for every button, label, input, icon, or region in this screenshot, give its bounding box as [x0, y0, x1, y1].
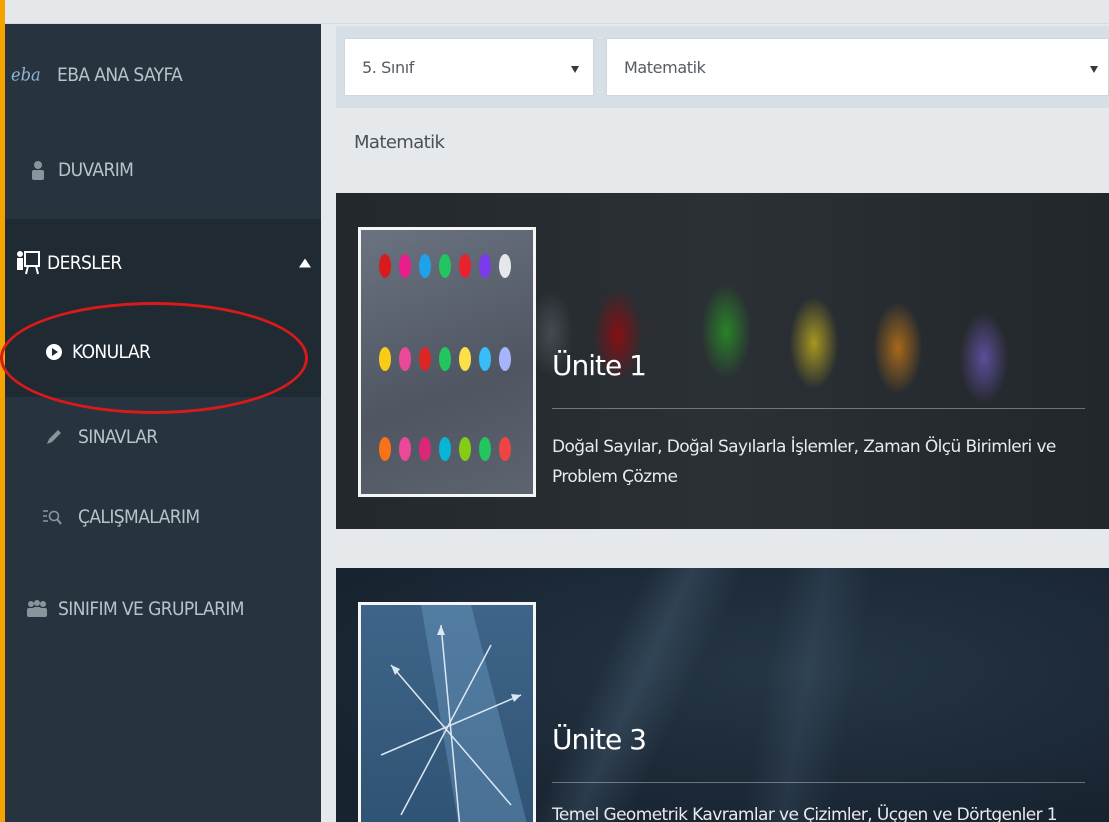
grade-select-value: 5. Sınıf — [362, 57, 414, 77]
search-list-icon — [42, 508, 62, 526]
unit-thumbnail — [358, 602, 536, 822]
sidebar-item-label: SINIFIM VE GRUPLARIM — [58, 598, 245, 620]
unit-thumbnail — [358, 227, 536, 497]
collapse-caret-icon[interactable] — [299, 258, 311, 268]
sidebar-item-dersler[interactable]: DERSLER — [5, 219, 321, 307]
group-icon — [25, 599, 49, 619]
sidebar-item-label: DUVARIM — [58, 159, 134, 181]
sidebar-item-label: ÇALIŞMALARIM — [78, 506, 200, 528]
subject-select-value: Matematik — [624, 57, 706, 77]
sidebar-item-eba-ana-sayfa[interactable]: eba EBA ANA SAYFA — [5, 42, 321, 108]
sidebar-item-duvarim[interactable]: DUVARIM — [5, 137, 321, 203]
play-circle-icon — [46, 344, 62, 360]
pencil-icon — [45, 428, 63, 446]
filter-bar: 5. Sınıf Matematik — [336, 26, 1109, 108]
sidebar: eba EBA ANA SAYFA DUVARIM DERSLER KONULA… — [5, 24, 321, 822]
unit-title: Ünite 3 — [552, 723, 647, 756]
sidebar-item-label: DERSLER — [47, 252, 122, 274]
top-bar — [0, 0, 1109, 24]
classroom-icon — [15, 250, 41, 276]
unit-description: Doğal Sayılar, Doğal Sayılarla İşlemler,… — [552, 437, 1056, 487]
unit-card[interactable]: Ünite 3 Temel Geometrik Kavramlar ve Çiz… — [336, 568, 1109, 822]
unit-card[interactable]: Ünite 1 Doğal Sayılar, Doğal Sayılarla İ… — [336, 193, 1109, 529]
chevron-down-icon — [1090, 66, 1098, 73]
divider — [552, 408, 1085, 409]
sidebar-item-konular[interactable]: KONULAR — [5, 307, 321, 397]
unit-description: Temel Geometrik Kavramlar ve Çizimler, Ü… — [552, 805, 1058, 822]
divider — [552, 782, 1085, 783]
unit-title: Ünite 1 — [552, 349, 647, 382]
sidebar-item-sinifim-ve-gruplarim[interactable]: SINIFIM VE GRUPLARIM — [5, 576, 321, 642]
chevron-down-icon — [571, 66, 579, 73]
breadcrumb: Matematik — [354, 132, 445, 153]
grade-select[interactable]: 5. Sınıf — [344, 38, 594, 96]
sidebar-item-label: EBA ANA SAYFA — [57, 64, 183, 86]
sidebar-item-label: SINAVLAR — [78, 426, 158, 448]
sidebar-item-sinavlar[interactable]: SINAVLAR — [5, 404, 321, 470]
sidebar-item-label: KONULAR — [72, 341, 151, 363]
subject-select[interactable]: Matematik — [606, 38, 1109, 96]
sidebar-item-calismalarim[interactable]: ÇALIŞMALARIM — [5, 484, 321, 550]
user-icon — [31, 160, 45, 180]
jelly-beans-illustration — [379, 254, 511, 461]
geometry-illustration — [380, 605, 527, 822]
eba-logo-icon: eba — [11, 64, 41, 86]
